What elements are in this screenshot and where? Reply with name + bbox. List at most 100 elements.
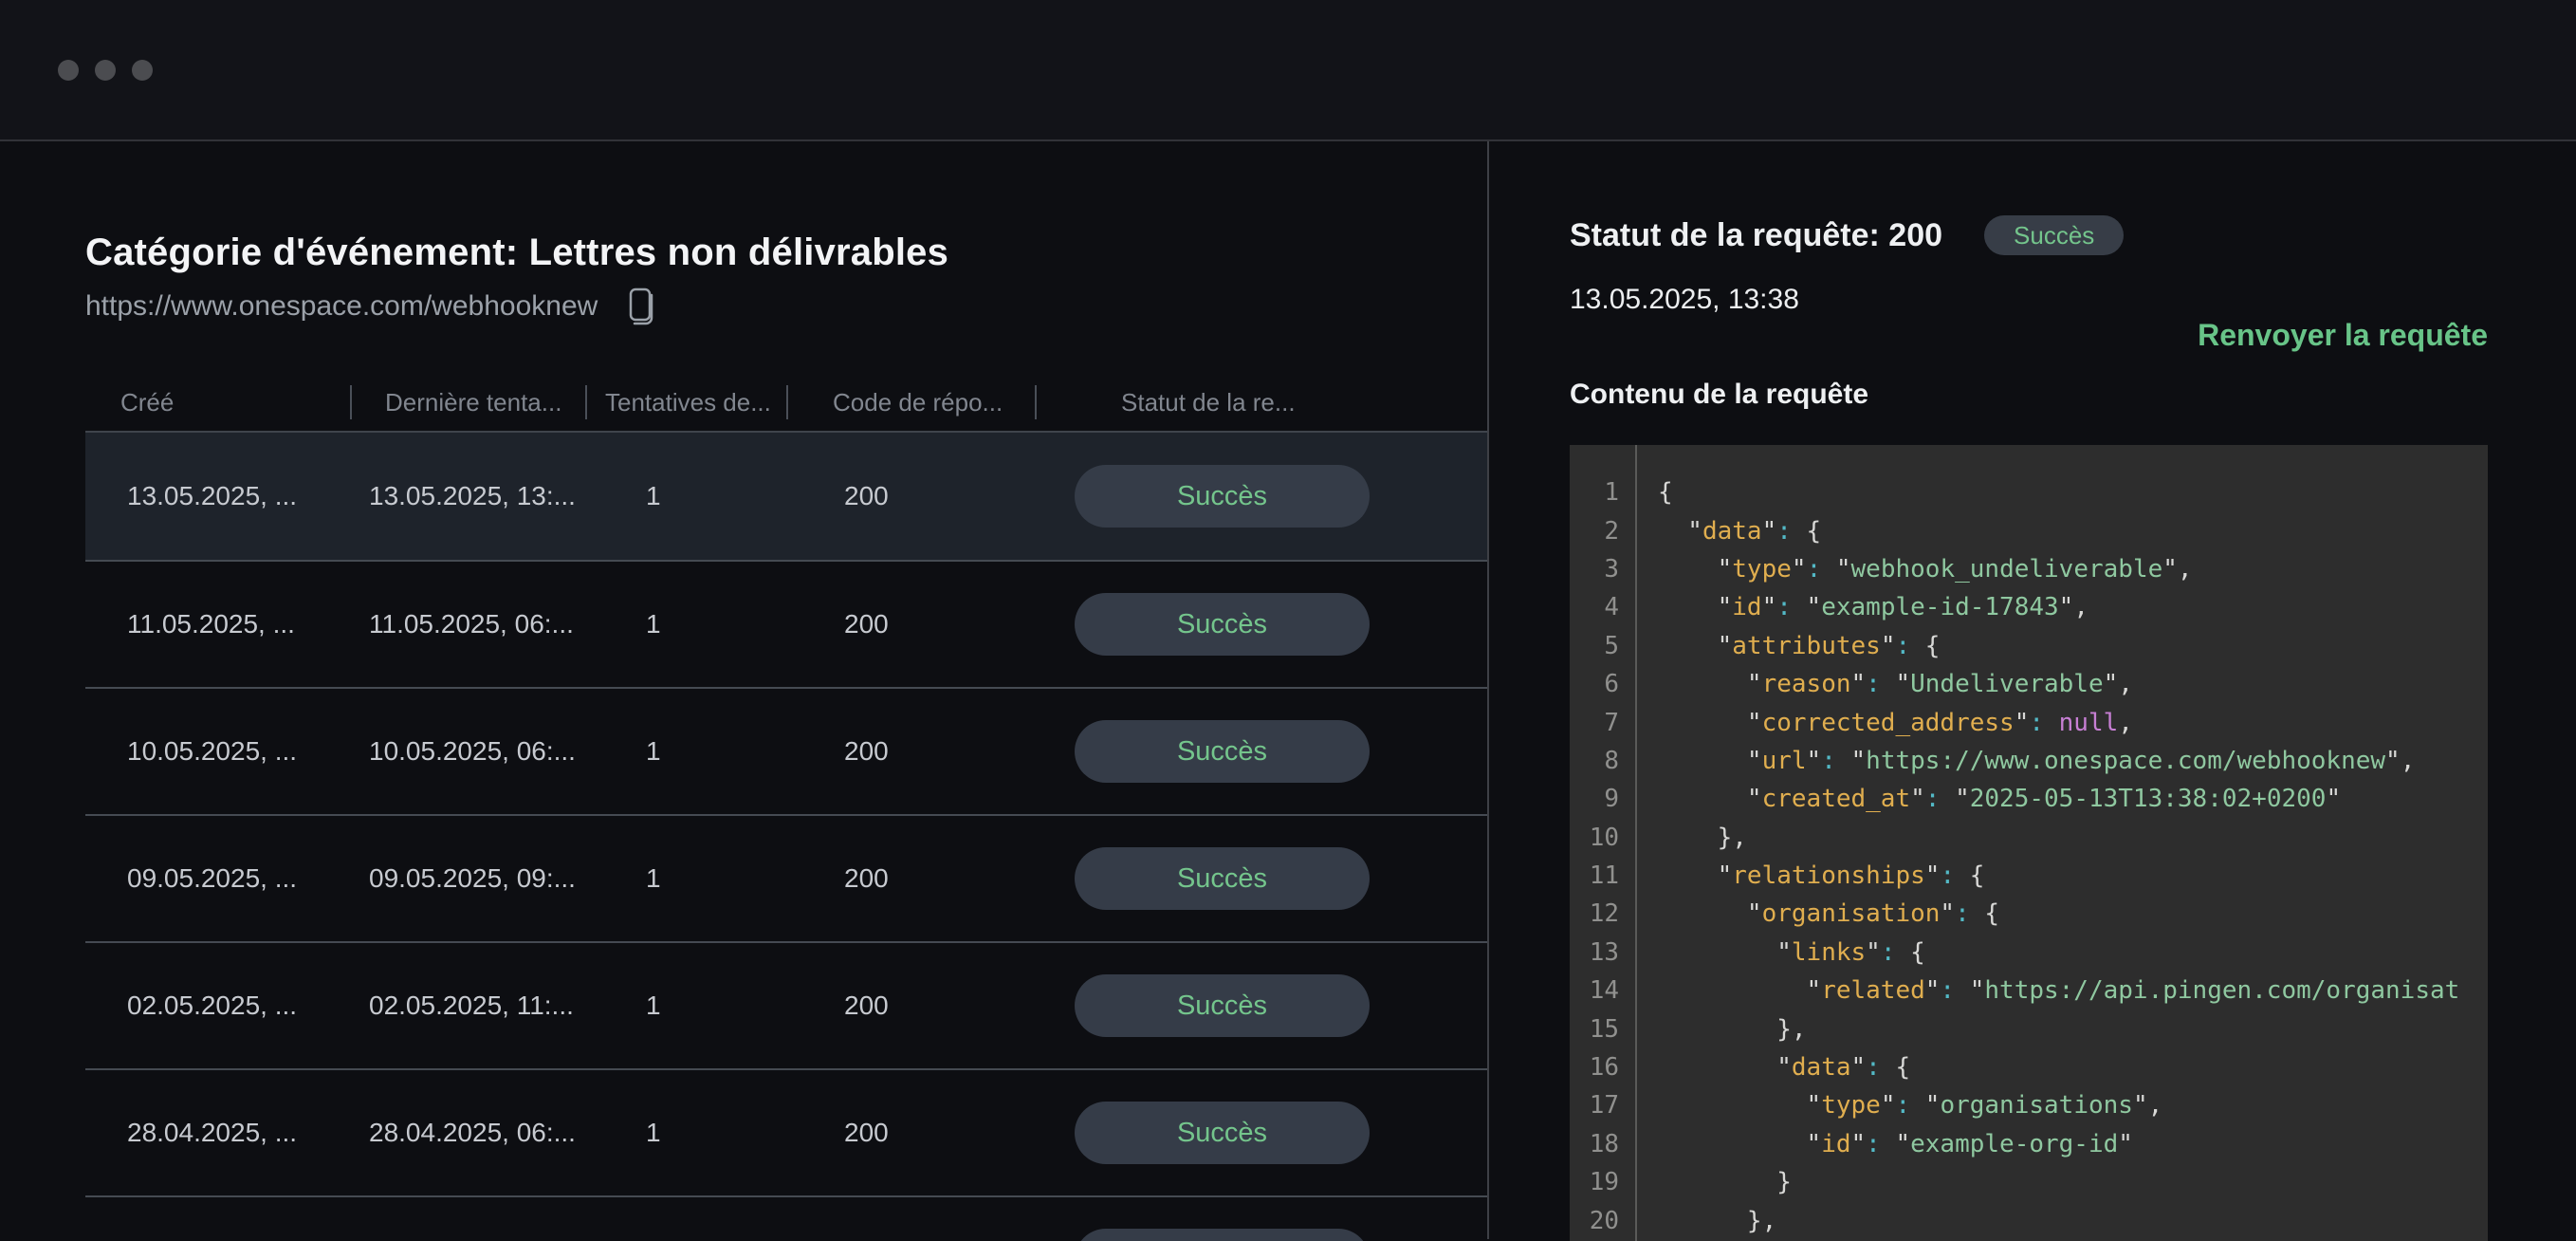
code-text: "links": { <box>1619 938 1925 967</box>
table-row[interactable]: 02.05.2025, ...02.05.2025, 11:...1200Suc… <box>85 941 1487 1068</box>
row-status-badge: Succès <box>1075 847 1370 910</box>
cell-response-code: 200 <box>786 863 1035 894</box>
code-text: "url": "https://www.onespace.com/webhook… <box>1619 747 2415 775</box>
code-line: 12 "organisation": { <box>1570 895 2488 933</box>
code-text: "created_at": "2025-05-13T13:38:02+0200" <box>1619 785 2341 813</box>
code-text: "attributes": { <box>1619 632 1940 660</box>
cell-last-attempt: 28.04.2025, 06:... <box>350 1118 585 1148</box>
code-line: 10 }, <box>1570 819 2488 857</box>
code-line: 1{ <box>1570 473 2488 511</box>
column-header-1: Créé <box>85 376 350 431</box>
cell-last-attempt: 02.05.2025, 11:... <box>350 991 585 1021</box>
webhook-url: https://www.onespace.com/webhooknew <box>85 290 598 323</box>
table-row[interactable]: 11.05.2025, ...11.05.2025, 06:...1200Suc… <box>85 560 1487 687</box>
code-line: 6 "reason": "Undeliverable", <box>1570 665 2488 703</box>
copy-icon[interactable] <box>618 284 658 329</box>
request-content-label: Contenu de la requête <box>1570 379 2488 413</box>
table-row[interactable]: Succès <box>85 1195 1487 1241</box>
window-control-dot-2[interactable] <box>95 60 116 81</box>
row-status-badge: Succès <box>1075 1229 1370 1241</box>
line-number: 15 <box>1570 1015 1619 1044</box>
line-number: 19 <box>1570 1168 1619 1196</box>
table-row[interactable]: 13.05.2025, ...13.05.2025, 13:...1200Suc… <box>85 433 1487 560</box>
code-text: } <box>1619 1168 1792 1196</box>
row-status-badge: Succès <box>1075 720 1370 783</box>
table-row[interactable]: 10.05.2025, ...10.05.2025, 06:...1200 Suc… <box>85 687 1487 814</box>
code-line: 8 "url": "https://www.onespace.com/webho… <box>1570 742 2488 780</box>
code-line: 2 "data": { <box>1570 511 2488 549</box>
cell-status: Succès <box>1035 465 1487 528</box>
cell-created: 09.05.2025, ... <box>85 863 350 894</box>
line-number: 8 <box>1570 747 1619 775</box>
webhook-events-panel: Catégorie d'événement: Lettres non déliv… <box>0 141 1489 1239</box>
column-header-3: Tentatives de... <box>585 376 786 431</box>
line-number: 6 <box>1570 670 1619 698</box>
code-line: 20 }, <box>1570 1201 2488 1239</box>
cell-response-code: 200 <box>786 481 1035 511</box>
code-line: 9 "created_at": "2025-05-13T13:38:02+020… <box>1570 780 2488 818</box>
cell-created: 10.05.2025, ... <box>85 736 350 767</box>
request-status-badge: Succès <box>1984 215 2124 255</box>
code-text: }, <box>1619 1207 1776 1235</box>
line-number: 17 <box>1570 1091 1619 1120</box>
window-titlebar <box>0 0 2576 141</box>
events-table: CrééDernière tenta...Tentatives de...Cod… <box>85 376 1487 1241</box>
line-number: 2 <box>1570 517 1619 546</box>
cell-response-code: 200 <box>786 736 1035 767</box>
cell-status: Succès <box>1035 1102 1487 1164</box>
row-status-badge: Succès <box>1075 465 1370 528</box>
line-number: 5 <box>1570 632 1619 660</box>
code-line: 18 "id": "example-org-id" <box>1570 1125 2488 1163</box>
code-text: { <box>1619 478 1673 507</box>
code-line: 3 "type": "webhook_undeliverable", <box>1570 550 2488 588</box>
table-row[interactable]: 09.05.2025, ...09.05.2025, 09:...1200Suc… <box>85 814 1487 941</box>
cell-response-code: 200 <box>786 1118 1035 1148</box>
cell-last-attempt: 11.05.2025, 06:... <box>350 609 585 639</box>
cell-attempts: 1 <box>585 481 786 511</box>
code-line: 4 "id": "example-id-17843", <box>1570 588 2488 626</box>
code-text: }, <box>1619 1015 1807 1044</box>
code-line: 15 }, <box>1570 1009 2488 1047</box>
cell-attempts: 1 <box>585 1118 786 1148</box>
row-status-badge: Succès <box>1075 593 1370 656</box>
code-text: "type": "webhook_undeliverable", <box>1619 555 2193 583</box>
line-number: 3 <box>1570 555 1619 583</box>
cell-response-code: 200 <box>786 991 1035 1021</box>
column-header-4: Code de répo... <box>786 376 1035 431</box>
code-line: 13 "links": { <box>1570 934 2488 972</box>
code-text: }, <box>1619 824 1747 852</box>
column-header-5: Statut de la re... <box>1035 376 1487 431</box>
line-number: 20 <box>1570 1207 1619 1235</box>
code-text: "relationships": { <box>1619 861 1984 890</box>
code-line: 14 "related": "https://api.pingen.com/or… <box>1570 972 2488 1009</box>
line-number: 1 <box>1570 478 1619 507</box>
cell-response-code: 200 <box>786 609 1035 639</box>
code-lines: 1{2 "data": {3 "type": "webhook_undelive… <box>1570 473 2488 1240</box>
cell-attempts: 1 <box>585 863 786 894</box>
code-text: "data": { <box>1619 1053 1910 1082</box>
cell-status: Succès <box>1035 1229 1487 1241</box>
cell-attempts: 1 <box>585 991 786 1021</box>
code-text: "corrected_address": null, <box>1619 709 2133 737</box>
request-detail-panel: Statut de la requête: 200 Succès 13.05.2… <box>1489 141 2576 1239</box>
cell-attempts: 1 <box>585 736 786 767</box>
line-number: 13 <box>1570 938 1619 967</box>
cell-created: 13.05.2025, ... <box>85 481 350 511</box>
window-control-dot-1[interactable] <box>58 60 79 81</box>
window-control-dot-3[interactable] <box>132 60 153 81</box>
code-line: 19 } <box>1570 1163 2488 1201</box>
line-number: 18 <box>1570 1130 1619 1158</box>
code-text: "data": { <box>1619 517 1821 546</box>
cell-status: Succès <box>1035 974 1487 1037</box>
page-title: Catégorie d'événement: Lettres non déliv… <box>85 230 1487 275</box>
code-text: "related": "https://api.pingen.com/organ… <box>1619 976 2459 1005</box>
cell-last-attempt: 10.05.2025, 06:... <box>350 736 585 767</box>
resend-request-link[interactable]: Renvoyer la requête <box>2198 318 2488 352</box>
table-body: 13.05.2025, ...13.05.2025, 13:...1200Suc… <box>85 433 1487 1241</box>
table-row[interactable]: 28.04.2025, ...28.04.2025, 06:...1200Suc… <box>85 1068 1487 1195</box>
cell-created: 02.05.2025, ... <box>85 991 350 1021</box>
line-number: 4 <box>1570 593 1619 621</box>
code-text: "organisation": { <box>1619 899 1999 928</box>
line-number: 14 <box>1570 976 1619 1005</box>
cell-status: Succès <box>1035 847 1487 910</box>
